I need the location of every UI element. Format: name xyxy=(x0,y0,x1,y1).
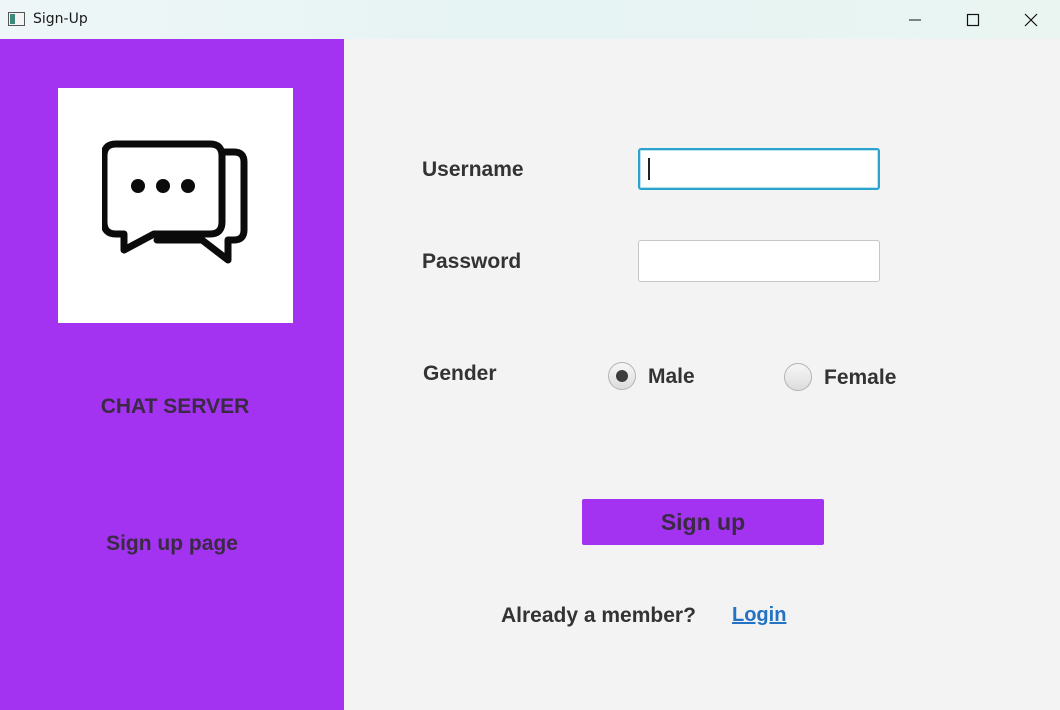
gender-option-male-label[interactable]: Male xyxy=(648,365,695,389)
username-label: Username xyxy=(422,158,524,181)
password-label: Password xyxy=(422,250,522,273)
member-prompt: Already a member? xyxy=(501,604,696,627)
text-caret xyxy=(648,158,650,180)
close-button[interactable] xyxy=(1002,0,1060,39)
maximize-button[interactable] xyxy=(944,0,1002,39)
sidebar-panel: CHAT SERVER Sign up page xyxy=(0,39,344,710)
brand-title: CHAT SERVER xyxy=(100,395,250,418)
login-link[interactable]: Login xyxy=(732,604,786,627)
minimize-button[interactable] xyxy=(886,0,944,39)
page-subtitle: Sign up page xyxy=(106,532,238,555)
app-window-icon xyxy=(8,12,25,26)
title-bar[interactable]: Sign-Up xyxy=(0,0,1060,39)
maximize-icon xyxy=(966,13,980,27)
signup-button[interactable]: Sign up xyxy=(582,499,824,545)
window-title: Sign-Up xyxy=(33,11,88,27)
gender-radio-male[interactable] xyxy=(608,362,636,390)
username-input[interactable] xyxy=(638,148,880,190)
chat-bubbles-icon xyxy=(102,140,248,264)
password-input[interactable] xyxy=(638,240,880,282)
radio-selected-dot xyxy=(616,370,628,382)
gender-option-female-label[interactable]: Female xyxy=(824,366,896,390)
logo-box xyxy=(58,88,293,323)
minimize-icon xyxy=(909,19,921,21)
gender-label: Gender xyxy=(423,362,497,385)
close-icon xyxy=(1024,13,1038,27)
gender-radio-female[interactable] xyxy=(784,363,812,391)
